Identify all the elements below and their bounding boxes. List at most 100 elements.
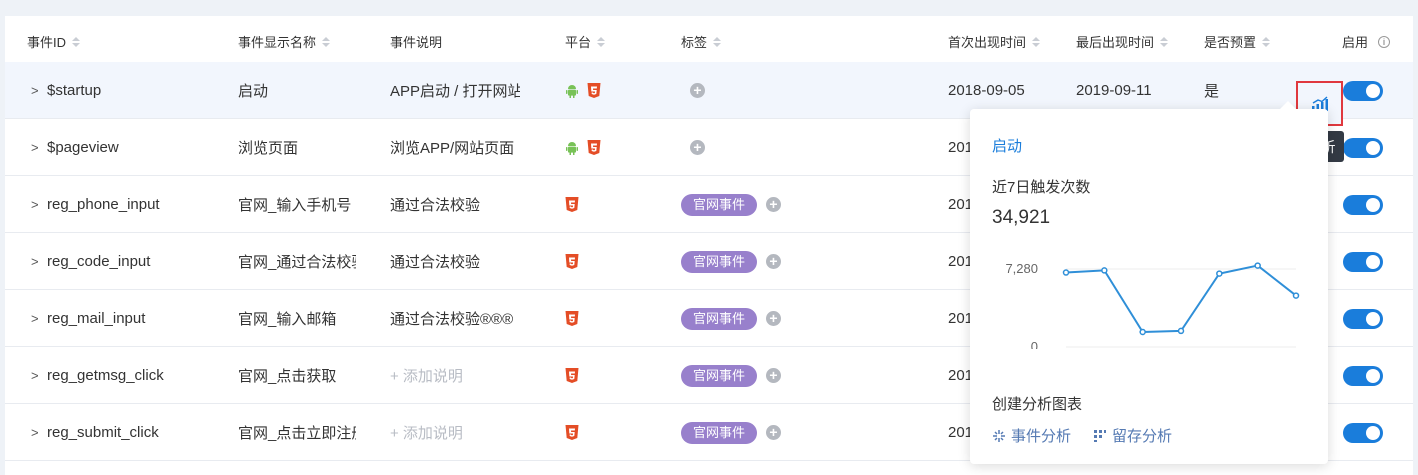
- html5-icon: [565, 197, 579, 212]
- event-analysis-label: 事件分析: [1011, 428, 1072, 445]
- series-line: [1065, 264, 1297, 334]
- data-point[interactable]: [1177, 327, 1185, 335]
- expand-chevron-icon[interactable]: >: [31, 62, 39, 119]
- expand-chevron-icon[interactable]: >: [31, 233, 39, 290]
- event-description: 通过合法校验: [390, 197, 481, 214]
- sort-icon[interactable]: [1262, 36, 1271, 47]
- tag-badge[interactable]: 官网事件: [681, 193, 758, 216]
- platform-icons: [565, 233, 655, 290]
- add-tag-icon[interactable]: +: [766, 311, 782, 326]
- platform-icons: [565, 62, 655, 119]
- trend-line-chart: 7,280 0: [1005, 261, 1300, 349]
- tags-cell: 官网事件 +: [681, 347, 881, 404]
- html5-icon: [565, 311, 579, 326]
- column-header[interactable]: 是否预置: [1204, 32, 1271, 51]
- column-header[interactable]: 事件显示名称: [238, 32, 331, 51]
- event-id: reg_phone_input: [47, 196, 160, 213]
- data-point[interactable]: [1292, 292, 1300, 299]
- event-description: APP启动 / 打开网站: [390, 83, 520, 100]
- column-header: 事件说明: [390, 32, 442, 51]
- event-id: reg_getmsg_click: [47, 367, 164, 384]
- event-analysis-link[interactable]: 事件分析: [992, 425, 1071, 446]
- expand-chevron-icon[interactable]: >: [31, 176, 39, 233]
- tags-cell: +: [681, 119, 881, 176]
- add-tag-icon[interactable]: +: [766, 254, 782, 269]
- column-header: 启用 i: [1342, 32, 1391, 51]
- enable-toggle[interactable]: [1343, 138, 1383, 158]
- enable-toggle[interactable]: [1343, 195, 1383, 215]
- popover-subtitle: 近7日触发次数: [992, 179, 1091, 196]
- enable-toggle[interactable]: [1343, 366, 1383, 386]
- platform-icons: [565, 347, 655, 404]
- column-header[interactable]: 事件ID: [27, 32, 81, 51]
- enable-toggle[interactable]: [1343, 309, 1383, 329]
- sort-icon[interactable]: [322, 36, 331, 47]
- tag-badge[interactable]: 官网事件: [681, 364, 758, 387]
- column-header-label: 标签: [681, 35, 708, 50]
- add-tag-icon[interactable]: +: [690, 83, 705, 98]
- event-description: 通过合法校验: [390, 254, 481, 271]
- add-tag-icon[interactable]: +: [766, 197, 782, 212]
- sort-icon[interactable]: [1160, 36, 1169, 47]
- html5-icon: [587, 140, 601, 155]
- tag-badge[interactable]: 官网事件: [681, 307, 758, 330]
- retention-grid-icon: [1094, 429, 1107, 442]
- popover-total: 34,921: [992, 207, 1051, 228]
- event-display-name: 官网_点击获取: [238, 368, 337, 385]
- tags-cell: 官网事件 +: [681, 404, 881, 461]
- expand-chevron-icon[interactable]: >: [31, 347, 39, 404]
- y-tick-label-bottom: 0: [1031, 339, 1038, 349]
- enable-toggle[interactable]: [1343, 81, 1383, 101]
- data-point[interactable]: [1101, 267, 1108, 274]
- column-header[interactable]: 首次出现时间: [948, 32, 1041, 51]
- event-id: reg_submit_click: [47, 424, 159, 441]
- platform-icons: [565, 176, 655, 233]
- add-tag-icon[interactable]: +: [766, 368, 782, 383]
- html5-icon: [587, 83, 601, 98]
- sort-icon[interactable]: [1032, 36, 1041, 47]
- event-display-name: 官网_输入手机号: [238, 197, 352, 214]
- tags-cell: +: [681, 62, 881, 119]
- event-display-name: 官网_通过合法校验: [238, 254, 356, 271]
- column-header-label: 平台: [565, 35, 592, 50]
- enable-toggle[interactable]: [1343, 252, 1383, 272]
- column-header[interactable]: 平台: [565, 32, 606, 51]
- column-header-label: 最后出现时间: [1076, 35, 1155, 50]
- android-icon: [565, 141, 579, 155]
- event-description[interactable]: + 添加说明: [390, 347, 520, 404]
- info-icon[interactable]: i: [1378, 35, 1391, 48]
- tag-badge[interactable]: 官网事件: [681, 421, 758, 444]
- data-point[interactable]: [1062, 269, 1070, 276]
- data-point[interactable]: [1139, 328, 1146, 336]
- column-header-label: 首次出现时间: [948, 35, 1027, 50]
- sparkle-icon: [993, 429, 1005, 442]
- platform-icons: [565, 290, 655, 347]
- expand-chevron-icon[interactable]: >: [31, 119, 39, 176]
- retention-analysis-link[interactable]: 留存分析: [1093, 425, 1172, 446]
- platform-icons: [565, 404, 655, 461]
- event-summary-popover: 启动 近7日触发次数 34,921 7,280 0 创建分析图表 事件分析 留存分…: [970, 101, 1328, 464]
- column-header[interactable]: 标签: [681, 32, 722, 51]
- tags-cell: 官网事件 +: [681, 176, 881, 233]
- column-header-label: 启用: [1342, 35, 1369, 50]
- data-point[interactable]: [1254, 262, 1261, 269]
- expand-chevron-icon[interactable]: >: [31, 290, 39, 347]
- tag-badge[interactable]: 官网事件: [681, 250, 758, 273]
- column-header[interactable]: 最后出现时间: [1076, 32, 1169, 51]
- enable-toggle[interactable]: [1343, 423, 1383, 443]
- column-header-label: 事件ID: [27, 35, 67, 50]
- event-display-name: 浏览页面: [238, 140, 299, 157]
- sort-icon[interactable]: [72, 36, 81, 47]
- event-display-name: 官网_点击立即注册: [238, 425, 356, 442]
- html5-icon: [565, 425, 579, 440]
- event-id: $startup: [47, 82, 102, 99]
- sort-icon[interactable]: [713, 36, 722, 47]
- add-tag-icon[interactable]: +: [766, 425, 782, 440]
- popover-title[interactable]: 启动: [992, 135, 1022, 156]
- expand-chevron-icon[interactable]: >: [31, 404, 39, 461]
- sort-icon[interactable]: [597, 36, 606, 47]
- data-point[interactable]: [1216, 270, 1223, 277]
- add-tag-icon[interactable]: +: [690, 140, 705, 155]
- tags-cell: 官网事件 +: [681, 290, 881, 347]
- event-description[interactable]: + 添加说明: [390, 404, 520, 461]
